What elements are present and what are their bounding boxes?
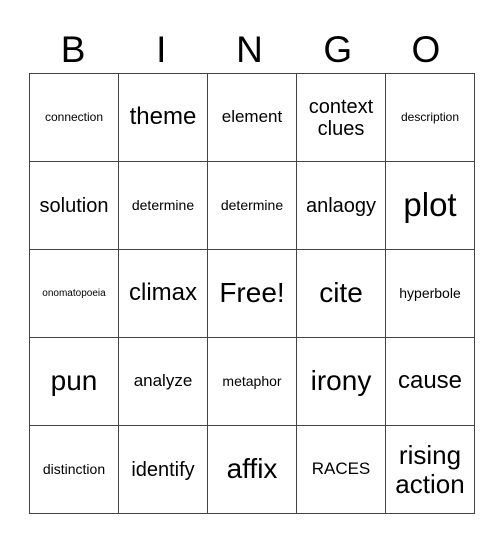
- bingo-cell[interactable]: metaphor: [207, 337, 297, 426]
- header-letter-o: O: [411, 29, 441, 70]
- bingo-cell[interactable]: analyze: [118, 337, 208, 426]
- board-row: solution determine determine anlaogy plo…: [29, 161, 475, 250]
- board-row: onomatopoeia climax Free! cite hyperbole: [29, 249, 475, 338]
- bingo-cell[interactable]: affix: [207, 425, 297, 514]
- bingo-cell[interactable]: plot: [385, 161, 475, 250]
- bingo-cell[interactable]: determine: [207, 161, 297, 250]
- bingo-cell[interactable]: RACES: [296, 425, 386, 514]
- header-letter-i: I: [156, 29, 167, 70]
- bingo-cell[interactable]: cite: [296, 249, 386, 338]
- bingo-header: B I N G O: [29, 28, 470, 72]
- bingo-cell[interactable]: climax: [118, 249, 208, 338]
- bingo-cell[interactable]: anlaogy: [296, 161, 386, 250]
- bingo-cell[interactable]: rising action: [385, 425, 475, 514]
- bingo-cell[interactable]: hyperbole: [385, 249, 475, 338]
- bingo-cell[interactable]: pun: [29, 337, 119, 426]
- bingo-cell[interactable]: onomatopoeia: [29, 249, 119, 338]
- bingo-cell[interactable]: distinction: [29, 425, 119, 514]
- bingo-cell[interactable]: context clues: [296, 73, 386, 162]
- header-letter-b: B: [60, 29, 86, 70]
- bingo-cell[interactable]: theme: [118, 73, 208, 162]
- board-row: connection theme element context clues d…: [29, 73, 475, 162]
- bingo-board: connection theme element context clues d…: [29, 73, 475, 514]
- bingo-cell[interactable]: description: [385, 73, 475, 162]
- board-row: pun analyze metaphor irony cause: [29, 337, 475, 426]
- bingo-cell[interactable]: cause: [385, 337, 475, 426]
- board-row: distinction identify affix RACES rising …: [29, 425, 475, 514]
- header-letter-g: G: [323, 29, 353, 70]
- bingo-cell[interactable]: irony: [296, 337, 386, 426]
- bingo-cell[interactable]: identify: [118, 425, 208, 514]
- header-letter-n: N: [236, 29, 263, 70]
- bingo-cell[interactable]: solution: [29, 161, 119, 250]
- bingo-cell[interactable]: connection: [29, 73, 119, 162]
- free-space-cell[interactable]: Free!: [207, 249, 297, 338]
- bingo-cell[interactable]: element: [207, 73, 297, 162]
- bingo-cell[interactable]: determine: [118, 161, 208, 250]
